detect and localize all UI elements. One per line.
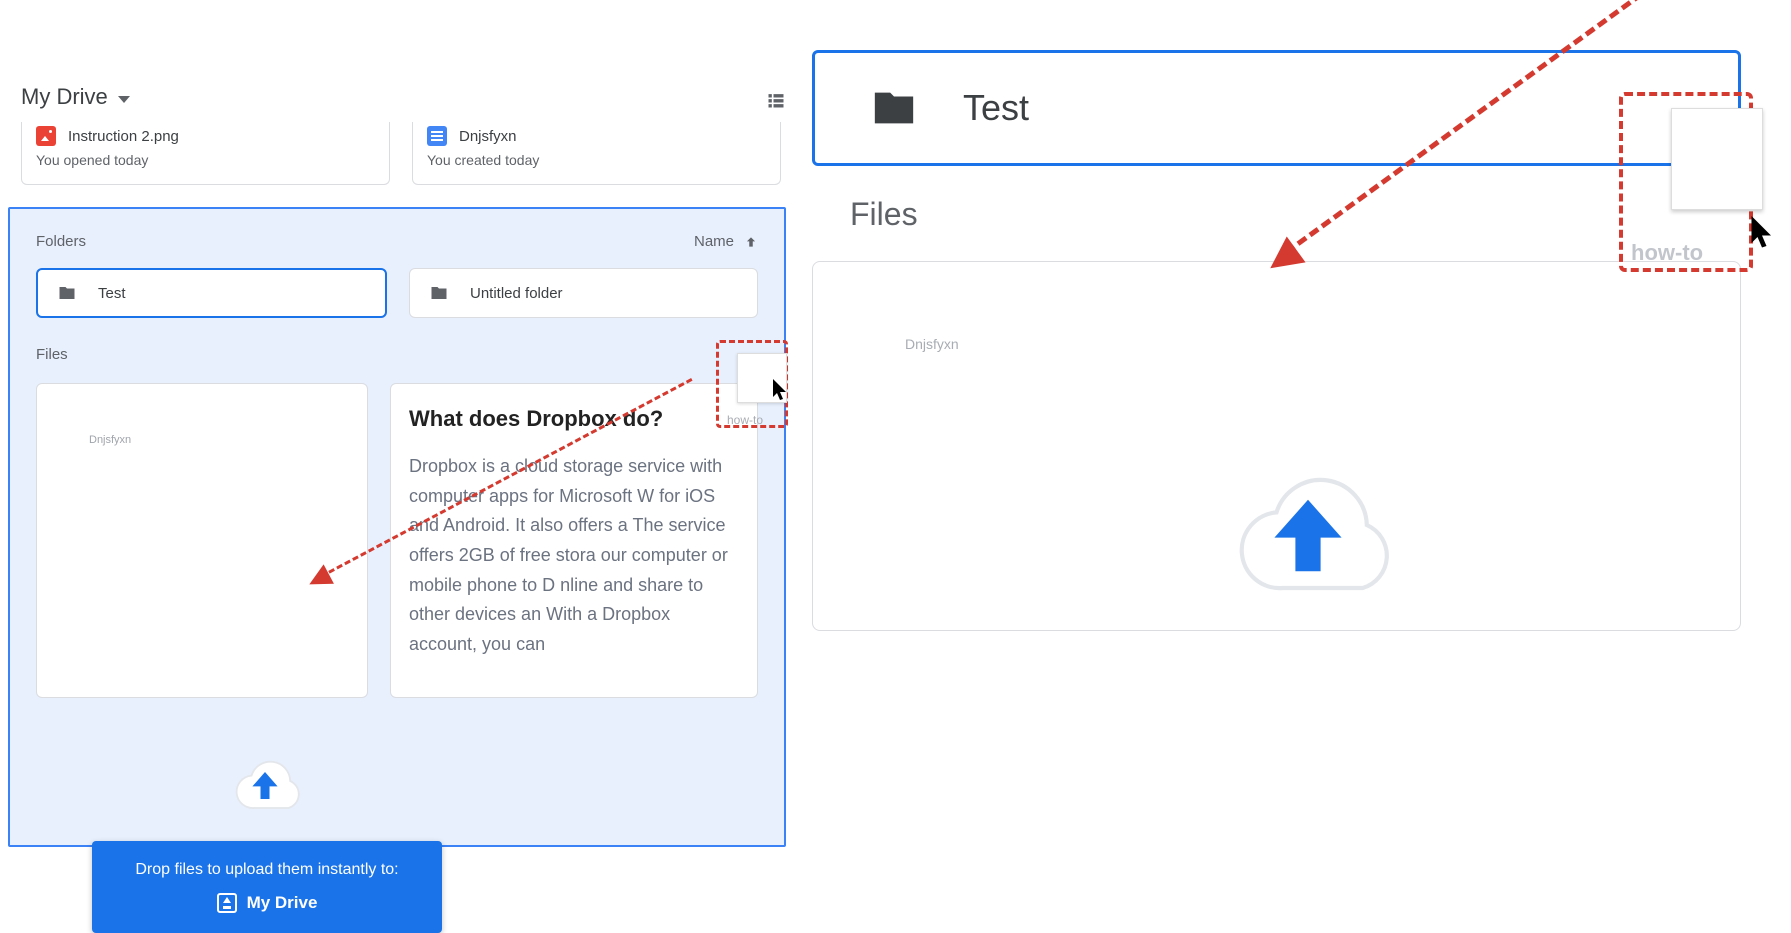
toast-line1: Drop files to upload them instantly to:	[110, 861, 424, 879]
toast-target: My Drive	[247, 893, 318, 913]
sort-toggle[interactable]: Name	[694, 233, 758, 250]
file-tile[interactable]: What does Dropbox do? Dropbox is a cloud…	[390, 383, 758, 698]
recent-file-card[interactable]: Instruction 2.png You opened today	[21, 122, 390, 185]
folder-icon	[56, 284, 78, 302]
file-preview-ghost: Dnjsfyxn	[89, 434, 131, 446]
folder-name: Test	[98, 285, 126, 302]
recent-file-title: Dnjsfyxn	[459, 128, 517, 145]
files-section-label: Files	[36, 346, 758, 363]
cloud-upload-icon	[220, 754, 310, 814]
list-view-icon[interactable]	[766, 90, 786, 110]
file-preview-heading: What does Dropbox do?	[409, 406, 739, 432]
doc-file-icon	[427, 126, 447, 146]
file-preview-ghost: Dnjsfyxn	[905, 336, 959, 352]
recent-files-row: Instruction 2.png You opened today Dnjsf…	[21, 122, 781, 185]
file-tile[interactable]: Dnjsfyxn	[812, 261, 1741, 631]
drive-right-panel: Test Files Dnjsfyxn how-to	[796, 50, 1781, 850]
file-preview-body: Dropbox is a cloud storage service with …	[409, 452, 739, 660]
folder-card[interactable]: Test	[36, 268, 387, 318]
file-tile[interactable]: Dnjsfyxn	[36, 383, 368, 698]
recent-file-sub: You created today	[427, 152, 766, 168]
breadcrumb-label: My Drive	[21, 84, 108, 110]
recent-file-sub: You opened today	[36, 152, 375, 168]
sort-label: Name	[694, 233, 734, 250]
folder-icon	[428, 284, 450, 302]
drive-drop-zone[interactable]: Folders Name Test Untitled folder	[8, 207, 786, 847]
recent-file-title: Instruction 2.png	[68, 128, 179, 145]
breadcrumb[interactable]: My Drive	[21, 84, 130, 110]
recent-file-card[interactable]: Dnjsfyxn You created today	[412, 122, 781, 185]
arrow-up-icon	[744, 235, 758, 249]
folders-section-label: Folders	[36, 233, 86, 250]
folder-card[interactable]: Untitled folder	[409, 268, 758, 318]
upload-destination-toast: Drop files to upload them instantly to: …	[92, 841, 442, 933]
cloud-upload-icon	[1203, 462, 1413, 602]
drive-icon	[217, 893, 237, 913]
folder-name: Test	[963, 87, 1029, 129]
folder-card[interactable]: Test	[812, 50, 1741, 166]
image-file-icon	[36, 126, 56, 146]
folder-icon	[865, 85, 923, 131]
caret-down-icon	[118, 96, 130, 103]
drive-left-panel: My Drive Instruction 2.png You opened to…	[6, 0, 792, 850]
folder-name: Untitled folder	[470, 285, 563, 302]
